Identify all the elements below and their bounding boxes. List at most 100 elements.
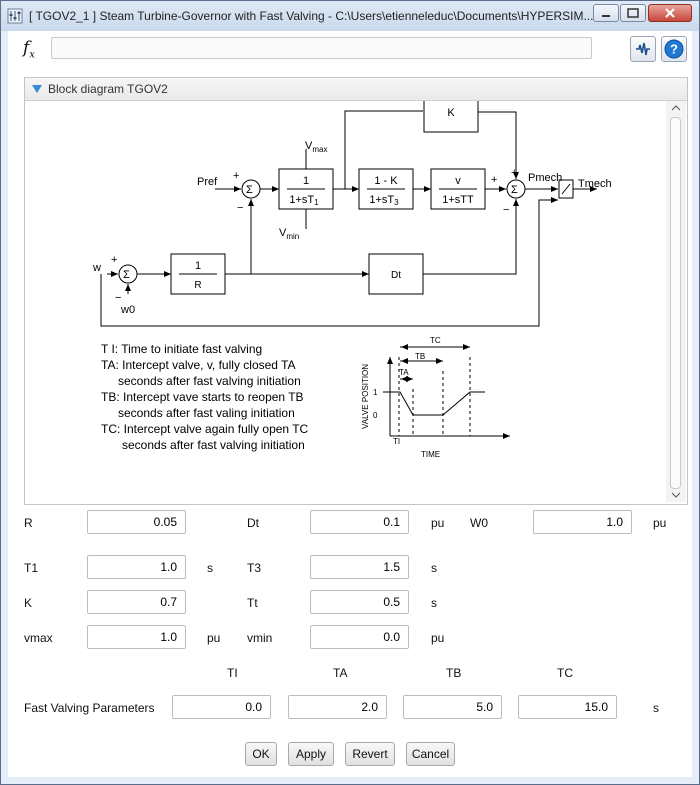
fv-header-ti: TI [227,666,238,680]
block-tt-num: v [455,175,461,187]
sum3-plus: + [111,254,117,266]
scroll-thumb[interactable] [670,117,681,489]
note-line-5: seconds after fast valing initiation [118,406,295,420]
fv-header-tb: TB [446,666,462,680]
graph-tc-label: TC [430,336,441,345]
sum1-sigma: Σ [246,184,253,196]
cancel-button[interactable]: Cancel [406,742,455,766]
t1-input[interactable] [87,555,186,579]
dt-input[interactable] [310,510,409,534]
minimize-icon [602,15,610,17]
formula-bar: fx ? [8,31,692,67]
w0-label: w0 [120,304,135,316]
sum3-sigma: Σ [123,269,130,281]
block-dt: Dt [391,270,401,281]
close-button[interactable] [648,4,692,22]
r-input[interactable] [87,510,186,534]
block-t3-num: 1 - K [374,175,398,187]
app-sliders-icon [7,8,23,24]
panel-header[interactable]: Block diagram TGOV2 [25,78,687,101]
fx-icon: fx [23,38,35,61]
block-t1-num: 1 [303,175,309,187]
fv-header-ta: TA [333,666,348,680]
dialog-content: fx ? Block diagram TGOV2 Pref + − Σ Vmax… [8,31,692,777]
close-icon [665,8,675,18]
dialog-window: [ TGOV2_1 ] Steam Turbine-Governor with … [0,0,700,785]
block-r-den: R [194,280,201,291]
panel-title: Block diagram TGOV2 [48,82,168,96]
sum2-minus: − [503,204,509,216]
minimize-button[interactable] [593,4,619,22]
graph-x-label: TIME [421,450,440,459]
note-line-1: T I: Time to initiate fast valving [101,342,262,356]
graph-ti-label: TI [393,437,400,446]
scroll-up-icon[interactable] [666,101,686,115]
graph-y-label: VALVE POSITION [361,364,370,429]
vmax-label: vmax [24,631,53,645]
valve-timing-graph: TC TB TA TI 1 0 TIME VALVE POSITION [361,336,510,459]
t3-label: T3 [247,561,262,575]
w-label: w [92,262,101,274]
t1-label: T1 [24,561,39,575]
note-line-3: seconds after fast valving initiation [118,374,301,388]
block-r-num: 1 [195,260,201,272]
maximize-button[interactable] [620,4,646,22]
block-tt-den: 1+sTT [442,194,474,206]
fv-unit: s [653,701,659,715]
signal-wave-icon [636,42,650,56]
note-line-6: TC: Intercept valve again fully open TC [101,422,309,436]
diagram-scrollbar[interactable] [666,101,686,502]
block-diagram: Pref + − Σ Vmax Vmin 1 1+sT1 1 - K 1+sT3… [92,101,612,459]
tt-unit: s [431,596,437,610]
note-line-4: TB: Intercept vave starts to reopen TB [101,390,304,404]
tmech-label: Tmech [578,178,612,190]
t3-input[interactable] [310,555,409,579]
vmin-label: vmin [247,631,273,645]
sum2-plus-top: + [511,167,517,179]
k-input[interactable] [87,590,186,614]
dt-unit: pu [431,516,445,530]
vmin-input[interactable] [310,625,409,649]
title-bar[interactable]: [ TGOV2_1 ] Steam Turbine-Governor with … [1,1,699,31]
graph-ta-label: TA [399,368,409,377]
sum2-plus: + [491,174,497,186]
tt-input[interactable] [310,590,409,614]
vmin-unit: pu [431,631,445,645]
fv-header-tc: TC [557,666,573,680]
dt-label: Dt [247,516,259,530]
vmax-input[interactable] [87,625,186,649]
sum2-sigma: Σ [511,184,518,196]
help-button[interactable]: ? [661,36,687,62]
graph-y0-label: 0 [373,411,378,420]
fv-ti-input[interactable] [172,695,271,719]
collapse-triangle-icon[interactable] [32,85,42,93]
vmax-unit: pu [207,631,221,645]
scroll-down-icon[interactable] [666,488,686,502]
apply-button[interactable]: Apply [288,742,334,766]
block-diagram-panel: Block diagram TGOV2 Pref + − Σ Vmax Vmin… [24,77,688,505]
fv-tc-input[interactable] [518,695,617,719]
graph-y1-label: 1 [373,388,378,397]
block-k: K [447,107,455,119]
r-label: R [24,516,33,530]
sum1-minus: − [237,202,243,214]
t1-unit: s [207,561,213,575]
formula-input[interactable] [51,37,592,59]
sum3-minus: − [115,292,121,304]
tt-label: Tt [247,596,258,610]
pmech-label: Pmech [528,172,562,184]
w0-input[interactable] [533,510,632,534]
fv-ta-input[interactable] [288,695,387,719]
fv-tb-input[interactable] [403,695,502,719]
help-icon: ? [664,39,684,59]
t3-unit: s [431,561,437,575]
signal-button[interactable] [630,36,656,62]
note-line-2: TA: Intercept valve, v, fully closed TA [101,358,296,372]
maximize-icon [627,8,639,18]
w0-unit: pu [653,516,667,530]
vmin-label: Vmin [279,227,299,241]
pref-label: Pref [197,176,218,188]
revert-button[interactable]: Revert [345,742,395,766]
ok-button[interactable]: OK [245,742,277,766]
note-line-7: seconds after fast valving initiation [122,438,305,452]
